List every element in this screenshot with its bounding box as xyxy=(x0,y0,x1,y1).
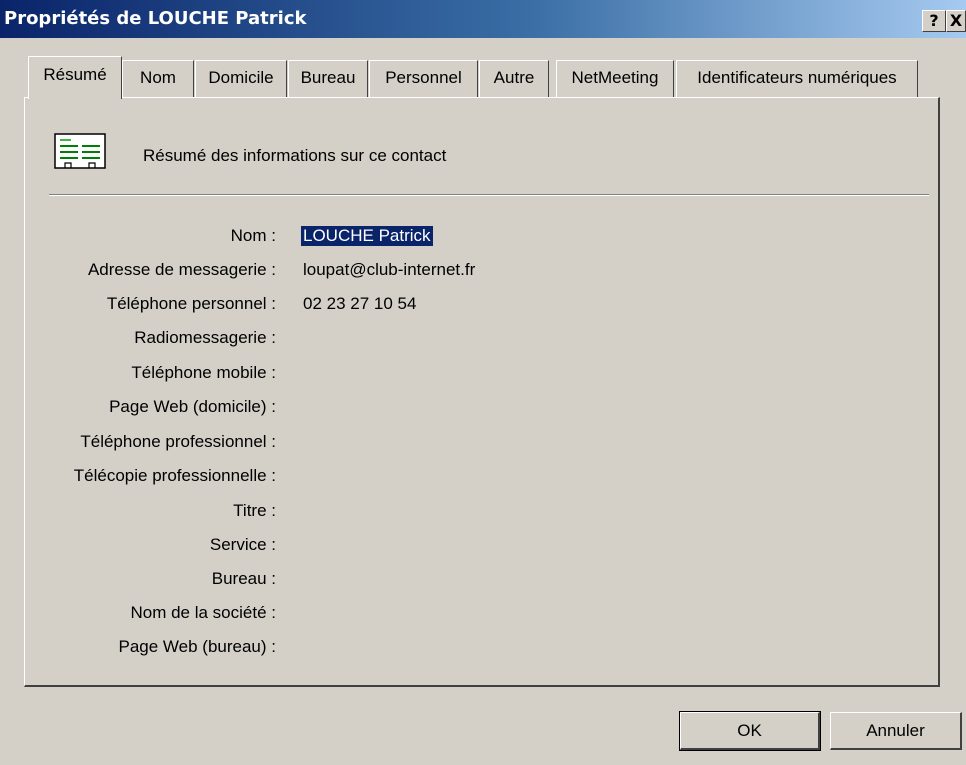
tab-domicile[interactable]: Domicile xyxy=(195,60,287,97)
window-title: Propriétés de LOUCHE Patrick xyxy=(4,8,307,29)
summary-panel: Résumé des informations sur ce contact N… xyxy=(24,97,940,687)
tab-identificateurs-numeriques[interactable]: Identificateurs numériques xyxy=(676,60,918,97)
title-bar: Propriétés de LOUCHE Patrick ? X xyxy=(0,0,966,38)
label-work-fax: Télécopie professionnelle : xyxy=(73,466,276,485)
tab-resume[interactable]: Résumé xyxy=(28,56,122,99)
help-button[interactable]: ? xyxy=(922,10,946,32)
label-company: Nom de la société : xyxy=(130,603,276,622)
summary-heading: Résumé des informations sur ce contact xyxy=(143,146,447,165)
value-email[interactable]: loupat@club-internet.fr xyxy=(303,260,475,280)
tab-netmeeting[interactable]: NetMeeting xyxy=(556,60,674,97)
value-nom[interactable]: LOUCHE Patrick xyxy=(301,226,433,246)
ok-button[interactable]: OK xyxy=(679,711,821,751)
tab-personnel[interactable]: Personnel xyxy=(369,60,478,97)
label-home-web: Page Web (domicile) : xyxy=(109,397,276,416)
tab-bureau[interactable]: Bureau xyxy=(288,60,368,97)
tab-autre[interactable]: Autre xyxy=(479,60,549,97)
label-work-web: Page Web (bureau) : xyxy=(118,637,277,656)
label-mobile: Téléphone mobile : xyxy=(131,363,276,382)
label-pager: Radiomessagerie : xyxy=(134,328,276,347)
tab-nom[interactable]: Nom xyxy=(122,60,194,97)
value-home-phone[interactable]: 02 23 27 10 54 xyxy=(303,294,416,314)
label-work-phone: Téléphone professionnel : xyxy=(80,432,276,451)
divider xyxy=(49,194,929,196)
label-email: Adresse de messagerie : xyxy=(87,260,276,279)
close-button[interactable]: X xyxy=(946,10,966,32)
label-title: Titre : xyxy=(233,501,276,520)
label-office: Bureau : xyxy=(211,569,276,588)
label-department: Service : xyxy=(209,535,276,554)
label-nom: Nom : xyxy=(230,226,276,245)
label-home-phone: Téléphone personnel : xyxy=(106,294,276,313)
cancel-button[interactable]: Annuler xyxy=(830,712,962,750)
contact-card-icon xyxy=(54,133,106,169)
